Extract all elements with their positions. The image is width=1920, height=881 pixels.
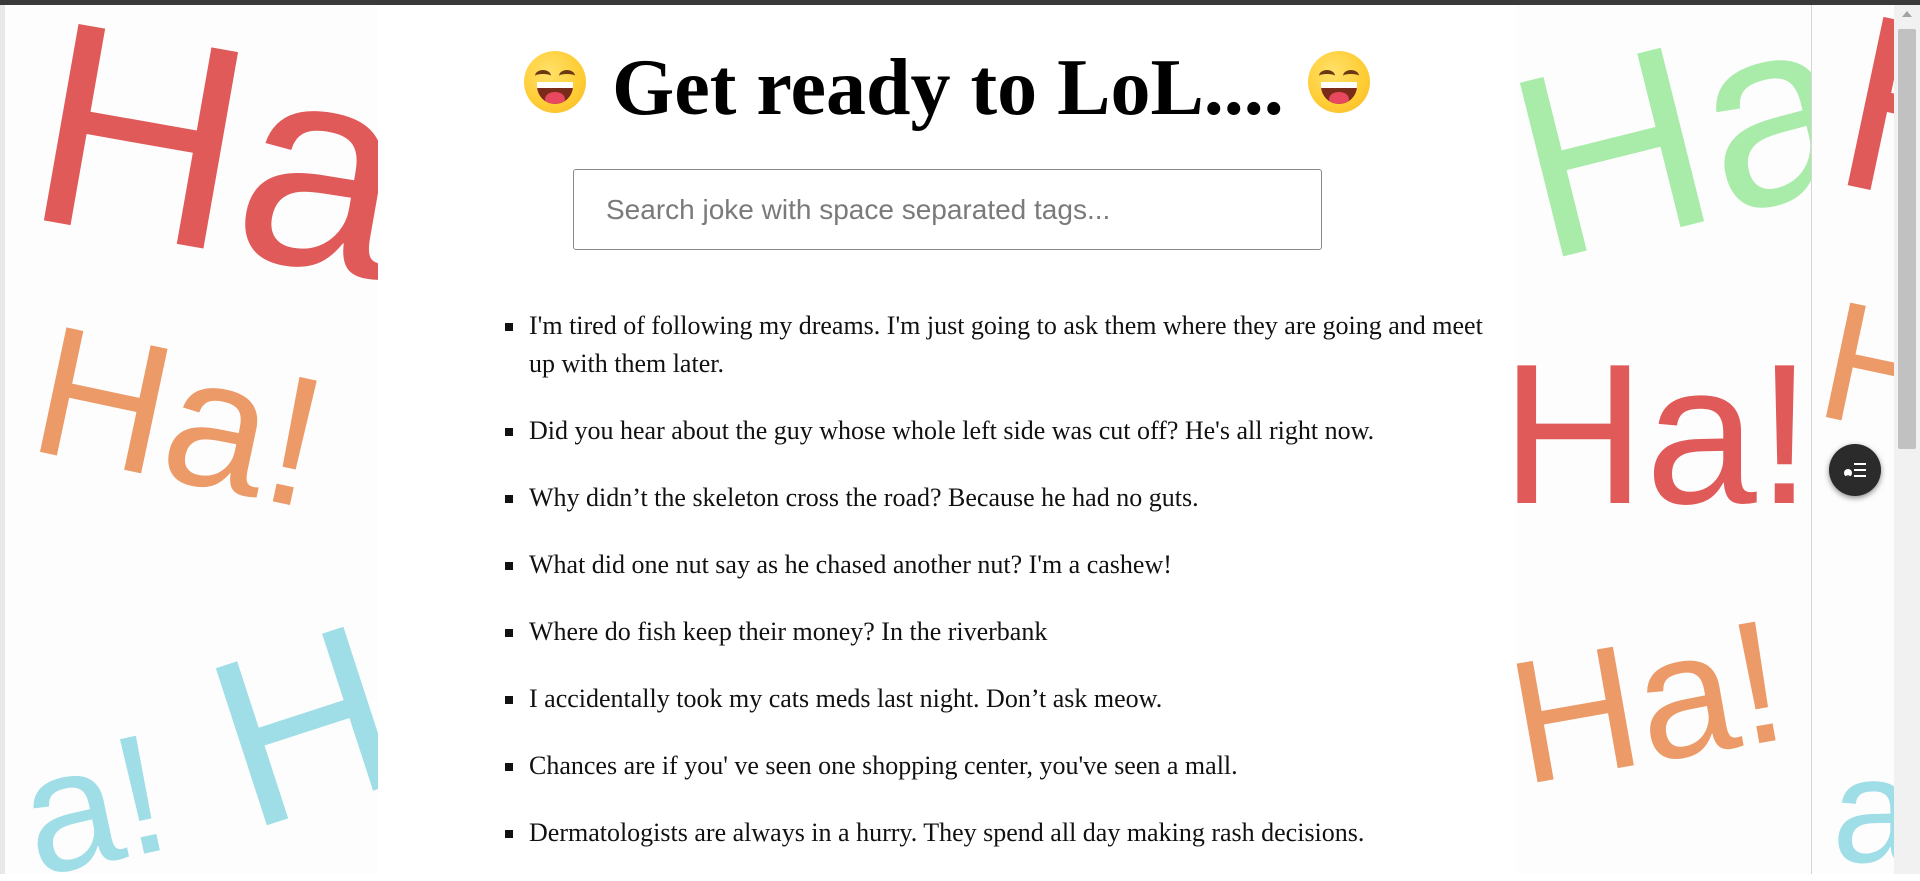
joke-text: Did you hear about the guy whose whole l…: [529, 416, 1375, 445]
bullet-icon: [505, 428, 513, 436]
text-to-speech-button[interactable]: [1829, 444, 1881, 496]
joke-item: What did one nut say as he chased anothe…: [378, 546, 1516, 584]
bullet-icon: [505, 562, 513, 570]
joke-text: Why didn’t the skeleton cross the road? …: [529, 483, 1199, 512]
background-ha-text: a: [1832, 726, 1894, 874]
background-ha-text: Ha!: [16, 286, 342, 548]
joke-item: I accidentally took my cats meds last ni…: [378, 680, 1516, 718]
background-ha-text: Ha: [1816, 5, 1894, 300]
bullet-icon: [505, 830, 513, 838]
background-ha-text: Ha: [181, 530, 378, 874]
joke-text: Dermatologists are always in a hurry. Th…: [529, 818, 1365, 847]
joke-item: Dermatologists are always in a hurry. Th…: [378, 814, 1516, 852]
joke-text: Where do fish keep their money? In the r…: [529, 617, 1048, 646]
background-ha-text: a!: [5, 697, 183, 874]
scroll-up-arrow-icon[interactable]: [1902, 11, 1912, 17]
bullet-icon: [505, 763, 513, 771]
joke-item: Why didn’t the skeleton cross the road? …: [378, 479, 1516, 517]
bullet-icon: [505, 323, 513, 331]
header: Get ready to LoL....: [378, 43, 1516, 133]
background-left-panel: Ha Ha! Ha a!: [5, 5, 378, 874]
grinning-face-with-tongue-icon: [1308, 51, 1370, 113]
grinning-face-with-tongue-icon: [524, 51, 586, 113]
joke-text: I accidentally took my cats meds last ni…: [529, 684, 1163, 713]
joke-item: Did you hear about the guy whose whole l…: [378, 412, 1516, 450]
background-ha-text: Ha: [1516, 5, 1811, 316]
background-far-panel: Ha Ha a: [1812, 5, 1894, 874]
page-title: Get ready to LoL....: [612, 44, 1284, 132]
bullet-icon: [505, 495, 513, 503]
text-to-speech-icon: [1844, 463, 1866, 479]
joke-text: What did one nut say as he chased anothe…: [529, 550, 1172, 579]
joke-item: Where do fish keep their money? In the r…: [378, 613, 1516, 651]
joke-list: I'm tired of following my dreams. I'm ju…: [378, 307, 1516, 881]
background-ha-text: Ha!: [1516, 323, 1811, 546]
main-content: Get ready to LoL.... I'm tired of follow…: [378, 5, 1516, 874]
vertical-scrollbar[interactable]: [1894, 5, 1920, 874]
joke-text: Chances are if you' ve seen one shopping…: [529, 751, 1238, 780]
bullet-icon: [505, 629, 513, 637]
background-ha-text: Ha!: [1516, 582, 1799, 823]
scrollbar-thumb[interactable]: [1898, 29, 1916, 449]
joke-item: Chances are if you' ve seen one shopping…: [378, 747, 1516, 785]
search-input[interactable]: [573, 169, 1322, 250]
background-right-panel: Ha Ha! Ha!: [1516, 5, 1811, 874]
joke-item: I'm tired of following my dreams. I'm ju…: [378, 307, 1516, 383]
bullet-icon: [505, 696, 513, 704]
joke-text: I'm tired of following my dreams. I'm ju…: [529, 311, 1483, 378]
background-ha-text: Ha: [9, 5, 378, 342]
